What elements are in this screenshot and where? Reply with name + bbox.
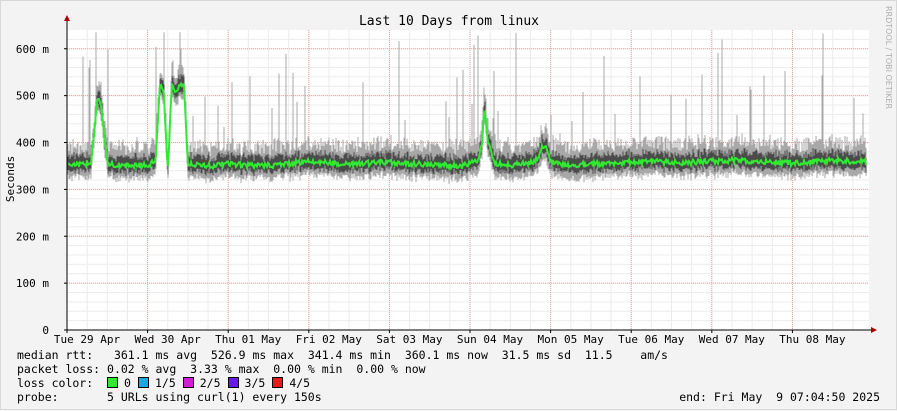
x-tick-label: Wed 30 Apr [134,333,201,346]
loss-color-legend: loss color: 0 1/5 2/5 3/5 4/5 [17,376,317,390]
probe-info: probe: 5 URLs using curl(1) every 150s [17,390,322,404]
y-tick-label: 500 m [16,90,49,103]
chart-title: Last 10 Days from linux [359,14,539,29]
median-sd: 31.5 ms sd [501,348,572,362]
y-tick-label: 0 [42,324,49,337]
end-timestamp: end: Fri May 9 07:04:50 2025 [679,390,880,404]
loss-min: 0.00 % min [273,362,343,376]
loss-color-swatch [182,377,194,388]
x-tick-label: Tue 29 Apr [54,333,121,346]
median-am: 11.5 [584,348,613,362]
x-tick-label: Tue 06 May [618,333,685,346]
loss-color-item-label: 1/5 [154,376,176,390]
loss-color-item-label: 3/5 [244,376,266,390]
loss-color-swatch [107,377,119,388]
probe-label: probe: [17,390,59,404]
loss-color-label: loss color: [17,376,94,390]
median-avg: 361.1 ms avg [113,348,198,362]
y-tick-label: 600 m [16,43,49,56]
loss-color-item-label: 0 [124,376,131,390]
x-tick-label: Sat 03 May [376,333,443,346]
median-now: 360.1 ms now [404,348,488,362]
median-max: 526.9 ms max [210,348,294,362]
y-tick-label: 400 m [16,137,49,150]
loss-color-item-label: 2/5 [199,376,221,390]
y-axis-arrow [64,15,70,21]
y-tick-label: 200 m [16,230,49,243]
rrdtool-watermark: RRDTOOL / TOBI OETIKER [884,6,893,109]
x-tick-label: Thu 08 May [779,333,846,346]
loss-label: packet loss: [17,362,101,376]
x-tick-label: Sun 04 May [457,333,524,346]
loss-now: 0.00 % now [356,362,426,376]
packet-loss-stats: packet loss: 0.02 % avg 3.33 % max 0.00 … [17,362,426,376]
loss-color-item: 4/5 [272,376,310,390]
loss-color-swatch [227,377,239,388]
x-tick-label: Mon 05 May [538,333,605,346]
loss-avg: 0.02 % avg [107,362,177,376]
loss-color-item-label: 4/5 [289,376,311,390]
smokeping-graph: 0 100 m 200 m 300 m 400 m 500 m 600 m Tue 29 Ap… [0,0,897,410]
y-tick-label: 100 m [16,277,49,290]
loss-color-item: 3/5 [227,376,266,390]
loss-color-swatch [272,377,284,388]
x-tick-label: Thu 01 May [215,333,282,346]
median-min: 341.4 ms min [307,348,391,362]
loss-max: 3.33 % max [190,362,260,376]
median-am-unit: am/s [640,348,668,362]
loss-color-item: 1/5 [137,376,176,390]
x-tick-label: Wed 07 May [699,333,766,346]
loss-color-item: 2/5 [182,376,221,390]
y-tick-label: 300 m [16,183,49,196]
median-label: median rtt: [17,348,94,362]
x-axis-arrow [871,327,877,333]
probe-value: 5 URLs using curl(1) every 150s [107,390,322,404]
x-tick-label: Fri 02 May [296,333,363,346]
y-axis-label: Seconds [4,156,17,202]
loss-color-item: 0 [107,376,131,390]
loss-color-items: 0 1/5 2/5 3/5 4/5 [107,376,317,390]
loss-color-swatch [137,377,149,388]
median-rtt-stats: median rtt: 361.1 ms avg 526.9 ms max 34… [17,348,668,362]
